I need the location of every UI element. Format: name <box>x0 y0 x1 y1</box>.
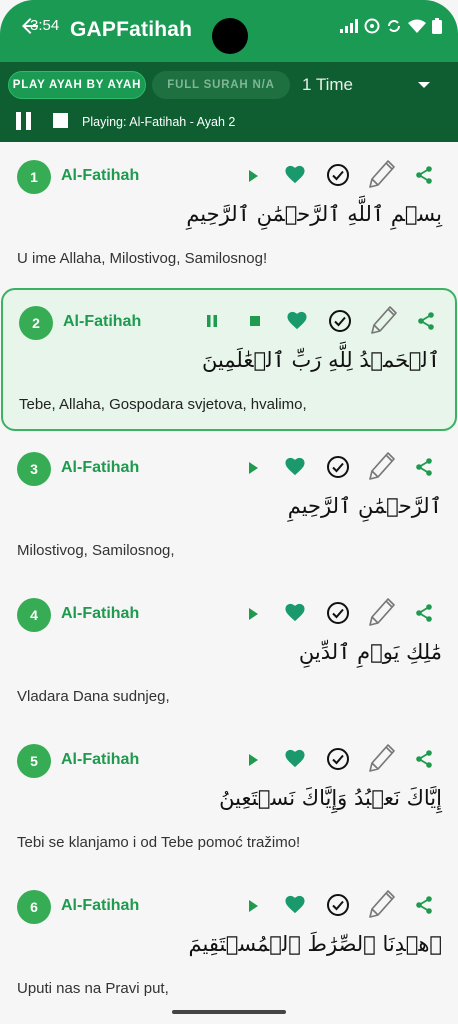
check-circle-icon[interactable] <box>326 747 350 771</box>
arabic-verse: بِسۡمِ ٱللَّهِ ٱلرَّحۡمَٰنِ ٱلرَّحِيمِ <box>186 202 442 226</box>
full-surah-button: FULL SURAH N/A <box>152 71 290 99</box>
pencil-icon[interactable] <box>366 887 396 919</box>
share-icon[interactable] <box>414 749 434 769</box>
arabic-verse: ٱلرَّحۡمَٰنِ ٱلرَّحِيمِ <box>287 494 442 518</box>
pencil-icon[interactable] <box>366 741 396 773</box>
page-title: GAPFatihah <box>70 18 193 41</box>
surah-name: Al-Fatihah <box>61 167 140 184</box>
status-time: 3:54 <box>30 17 60 34</box>
arabic-verse: ٱهۡدِنَا ٱلصِّرَٰطَ ٱلۡمُسۡتَقِيمَ <box>188 932 442 956</box>
ayah-number-badge: 4 <box>17 598 51 632</box>
surah-name: Al-Fatihah <box>61 751 140 768</box>
ayah-number-badge: 5 <box>17 744 51 778</box>
verse-translation: Tebe, Allaha, Gospodara svjetova, hvalim… <box>19 396 307 413</box>
share-icon[interactable] <box>414 165 434 185</box>
pencil-icon[interactable] <box>366 595 396 627</box>
chevron-down-icon[interactable] <box>418 82 430 88</box>
hotspot-icon <box>364 18 380 34</box>
signal-icon <box>340 19 358 33</box>
play-icon[interactable] <box>246 461 260 475</box>
share-icon[interactable] <box>414 895 434 915</box>
phone-screen: 3:54 GAPFatihah PLAY AYAH BY AYAH FULL S… <box>0 0 458 1024</box>
sync-icon <box>388 20 400 32</box>
surah-name: Al-Fatihah <box>63 313 142 330</box>
arabic-verse: ٱلۡحَمۡدُ لِلَّهِ رَبِّ ٱلۡعَٰلَمِينَ <box>201 348 440 372</box>
now-playing-label: Playing: Al-Fatihah - Ayah 2 <box>82 115 236 129</box>
ayah-number-badge: 6 <box>17 890 51 924</box>
home-indicator[interactable] <box>172 1010 286 1014</box>
pause-icon[interactable] <box>15 112 33 130</box>
pencil-icon[interactable] <box>366 449 396 481</box>
heart-icon[interactable] <box>286 310 308 330</box>
surah-name: Al-Fatihah <box>61 459 140 476</box>
app-bar: 3:54 GAPFatihah <box>0 0 458 62</box>
player-bar: PLAY AYAH BY AYAH FULL SURAH N/A 1 Time … <box>0 62 458 142</box>
check-circle-icon[interactable] <box>328 309 352 333</box>
heart-icon[interactable] <box>284 748 306 768</box>
pause-icon[interactable] <box>205 314 219 328</box>
ayah-card[interactable]: 3 Al-Fatihah ٱلرَّحۡمَٰنِ ٱلرَّحِيمِ Milost… <box>0 434 458 580</box>
ayah-card[interactable]: 4 Al-Fatihah مَٰلِكِ يَوۡمِ ٱلدِّينِ Vladar… <box>0 580 458 726</box>
share-icon[interactable] <box>414 603 434 623</box>
surah-name: Al-Fatihah <box>61 897 140 914</box>
check-circle-icon[interactable] <box>326 601 350 625</box>
surah-name: Al-Fatihah <box>61 605 140 622</box>
ayah-card[interactable]: 6 Al-Fatihah ٱهۡدِنَا ٱلصِّرَٰطَ ٱلۡمُسۡتَ… <box>0 872 458 1018</box>
repeat-dropdown[interactable]: 1 Time <box>302 75 353 95</box>
verse-translation: Tebi se klanjamo i od Tebe pomoć tražimo… <box>17 834 301 851</box>
verse-translation: Uputi nas na Pravi put, <box>17 980 169 997</box>
play-icon[interactable] <box>246 607 260 621</box>
pencil-icon[interactable] <box>366 157 396 189</box>
play-icon[interactable] <box>246 169 260 183</box>
ayah-card[interactable]: 2 Al-Fatihah ٱلۡحَمۡدُ لِلَّهِ رَبِّ ٱلۡعَ… <box>1 288 457 431</box>
verse-translation: U ime Allaha, Milostivog, Samilosnog! <box>17 250 268 267</box>
ayah-number-badge: 1 <box>17 160 51 194</box>
stop-icon[interactable] <box>249 315 261 327</box>
check-circle-icon[interactable] <box>326 893 350 917</box>
ayah-card[interactable]: 1 Al-Fatihah بِسۡمِ ٱللَّهِ ٱلرَّحۡمَٰنِ ٱ… <box>0 142 458 288</box>
verse-translation: Milostivog, Samilosnog, <box>17 542 175 559</box>
check-circle-icon[interactable] <box>326 455 350 479</box>
stop-icon[interactable] <box>53 113 68 128</box>
heart-icon[interactable] <box>284 164 306 184</box>
battery-icon <box>432 18 442 34</box>
ayah-number-badge: 3 <box>17 452 51 486</box>
play-icon[interactable] <box>246 899 260 913</box>
play-ayah-by-ayah-button[interactable]: PLAY AYAH BY AYAH <box>8 71 146 99</box>
pencil-icon[interactable] <box>368 303 398 335</box>
heart-icon[interactable] <box>284 456 306 476</box>
arabic-verse: إِيَّاكَ نَعۡبُدُ وَإِيَّاكَ نَسۡتَعِينُ <box>219 786 442 810</box>
ayah-card[interactable]: 5 Al-Fatihah إِيَّاكَ نَعۡبُدُ وَإِيَّاكَ … <box>0 726 458 872</box>
wifi-icon <box>408 19 426 33</box>
status-icons <box>340 18 442 34</box>
ayah-number-badge: 2 <box>19 306 53 340</box>
share-icon[interactable] <box>414 457 434 477</box>
share-icon[interactable] <box>416 311 436 331</box>
verse-translation: Vladara Dana sudnjeg, <box>17 688 170 705</box>
camera-cutout <box>212 18 248 54</box>
arabic-verse: مَٰلِكِ يَوۡمِ ٱلدِّينِ <box>298 640 442 664</box>
check-circle-icon[interactable] <box>326 163 350 187</box>
play-icon[interactable] <box>246 753 260 767</box>
heart-icon[interactable] <box>284 602 306 622</box>
heart-icon[interactable] <box>284 894 306 914</box>
